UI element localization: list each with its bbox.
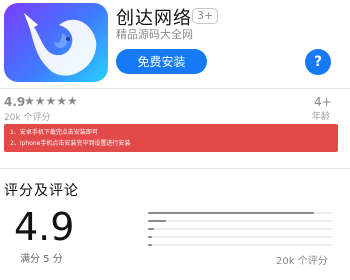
age-rating-label: 年龄 — [312, 112, 331, 122]
rating-bar-fill — [148, 236, 152, 238]
help-button[interactable]: ? — [305, 49, 331, 75]
notice-line-iphone: 2、Iphone手机点击安装完毕到设置进行安装 — [10, 140, 131, 147]
rating-bar-5-star — [148, 210, 332, 218]
app-icon — [4, 3, 108, 82]
rating-bar-fill — [148, 244, 152, 246]
rating-bar-fill — [148, 220, 166, 222]
fox-logo-icon — [24, 13, 97, 76]
ratings-section-title: 评分及评论 — [4, 183, 79, 199]
rating-bar-fill — [148, 212, 314, 214]
divider — [0, 168, 350, 169]
notice-line-android: 1、安卓手机下载完点击安装即可 — [10, 129, 98, 136]
rating-bar-4-star — [148, 218, 332, 226]
install-button[interactable]: 免费安装 — [116, 49, 207, 74]
rating-out-of: 满分 5 分 — [20, 254, 63, 265]
rating-bar-3-star — [148, 226, 332, 234]
rating-bar-fill — [148, 228, 154, 230]
rating-value: 4.9 — [4, 95, 26, 109]
rating-bar-track — [148, 228, 332, 230]
rating-count: 20k 个评分 — [4, 113, 51, 123]
divider — [0, 88, 350, 89]
install-notice: 1、安卓手机下载完点击安装即可 2、Iphone手机点击安装完毕到设置进行安装 — [4, 124, 338, 152]
rating-distribution — [148, 210, 332, 250]
ratings-count: 20k 个评分 — [276, 256, 328, 267]
rating-bar-1-star — [148, 242, 332, 250]
average-rating: 4.9 — [14, 205, 75, 249]
rating-bar-track — [148, 244, 332, 246]
age-badge: 3+ — [192, 8, 219, 24]
star-rating-icon: ★★★★★ — [24, 94, 78, 108]
rating-bar-track — [148, 220, 332, 222]
app-subtitle: 精品源码大全网 — [116, 28, 193, 41]
age-rating-value: 4+ — [314, 95, 332, 109]
rating-bar-2-star — [148, 234, 332, 242]
rating-bar-track — [148, 236, 332, 238]
